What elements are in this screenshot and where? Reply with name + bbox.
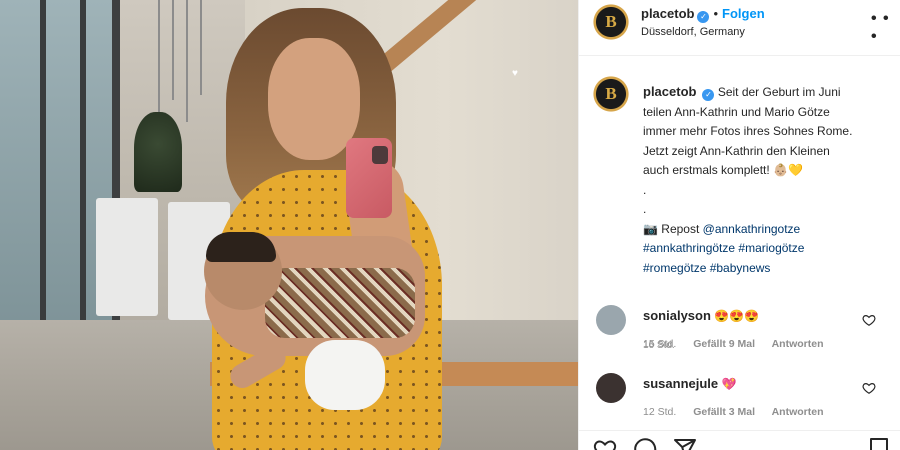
caption-line: teilen Ann-Kathrin und Mario Götze bbox=[643, 104, 830, 119]
comment-body: 💖 bbox=[721, 377, 737, 391]
caption-line: . bbox=[643, 182, 647, 197]
caption-line: auch erstmals komplett! 👶🏼💛 bbox=[643, 163, 803, 177]
commenter-username[interactable]: susannejule bbox=[643, 376, 718, 391]
baby-shirt bbox=[265, 268, 415, 338]
baby-hair bbox=[206, 232, 276, 262]
comment-likes[interactable]: Gefällt 9 Mal bbox=[693, 338, 755, 350]
commenter-avatar[interactable] bbox=[596, 305, 626, 335]
like-icon[interactable] bbox=[593, 437, 617, 450]
window-frame bbox=[80, 0, 86, 340]
comment-timestamp: 15 Std. bbox=[643, 338, 677, 350]
more-options-icon[interactable]: • • • bbox=[871, 10, 900, 46]
comment-meta: 12 Std. Gefällt 3 Mal Antworten bbox=[643, 406, 838, 418]
repost-line: 📷 Repost @annkathringotze bbox=[643, 220, 893, 240]
reply-button[interactable]: Antworten bbox=[772, 406, 824, 418]
caption-line: immer mehr Fotos ihres Sohnes Rome. bbox=[643, 124, 853, 138]
sparkle-icon: ♥ bbox=[512, 68, 518, 79]
post-header: B placetob ✓ • Folgen Düsseldorf, Germany •… bbox=[579, 0, 900, 56]
comment-text-line: susannejule 💖 bbox=[643, 376, 736, 391]
comment-item: susannejule 💖 12 Std. Gefällt 3 Mal Antw… bbox=[579, 368, 900, 438]
comment-likes[interactable]: Gefällt 3 Mal bbox=[693, 406, 755, 418]
post-caption: placetob ✓ Seit der Geburt im Juni teilen… bbox=[643, 82, 893, 278]
action-bar bbox=[579, 430, 900, 450]
follow-button[interactable]: Folgen bbox=[722, 6, 765, 21]
baby-diaper bbox=[305, 340, 385, 410]
caption-line: Seit der Geburt im Juni bbox=[717, 85, 841, 99]
pendant-lamp bbox=[200, 0, 202, 95]
hashtags-line[interactable]: #annkathringötze #mariogötze bbox=[643, 239, 893, 259]
post-image[interactable]: ♥ bbox=[0, 0, 578, 450]
repost-prefix: 📷 Repost bbox=[643, 221, 700, 236]
avatar-letter: B bbox=[605, 12, 617, 31]
verified-badge-icon: ✓ bbox=[697, 11, 710, 23]
commenter-avatar[interactable] bbox=[596, 373, 626, 403]
window-frame bbox=[40, 0, 46, 340]
verified-badge-icon: ✓ bbox=[702, 89, 715, 101]
avatar-letter: B bbox=[605, 84, 617, 103]
comment-timestamp: 12 Std. bbox=[643, 406, 677, 418]
caption-username[interactable]: placetob bbox=[643, 84, 696, 99]
heart-outline-icon[interactable] bbox=[862, 381, 876, 395]
caption-avatar[interactable]: B bbox=[593, 76, 629, 112]
plant bbox=[134, 112, 182, 192]
caption-line: . bbox=[643, 202, 647, 216]
separator-dot: • bbox=[713, 6, 719, 21]
post-sidebar: B placetob ✓ • Folgen Düsseldorf, Germany •… bbox=[578, 0, 900, 450]
caption-line: Jetzt zeigt Ann-Kathrin den Kleinen bbox=[643, 143, 830, 158]
phone-camera bbox=[372, 146, 388, 164]
post-location[interactable]: Düsseldorf, Germany bbox=[641, 26, 745, 38]
comment-meta: 15 Std. Gefällt 9 Mal Antworten bbox=[643, 338, 838, 350]
comment-body: 😍😍😍 bbox=[714, 309, 760, 323]
repost-handle-link[interactable]: @annkathringotze bbox=[703, 222, 801, 236]
comment-item: sonialyson 😍😍😍 15 Std. Gefällt 9 Mal Ant… bbox=[579, 300, 900, 370]
commenter-username[interactable]: sonialyson bbox=[643, 308, 711, 323]
comment-icon[interactable] bbox=[633, 437, 657, 450]
pendant-lamp bbox=[158, 0, 160, 112]
bookmark-icon[interactable] bbox=[867, 437, 891, 450]
dining-chair bbox=[96, 198, 158, 316]
comment-text-line: sonialyson 😍😍😍 bbox=[643, 308, 759, 323]
share-icon[interactable] bbox=[673, 437, 697, 450]
hashtags-line[interactable]: #romegötze #babynews bbox=[643, 259, 893, 279]
reply-button[interactable]: Antworten bbox=[772, 338, 824, 350]
pendant-lamp bbox=[172, 0, 174, 100]
account-avatar[interactable]: B bbox=[593, 4, 629, 40]
account-username[interactable]: placetob bbox=[641, 6, 694, 21]
heart-outline-icon[interactable] bbox=[862, 313, 876, 327]
header-user-line: placetob ✓ • Folgen bbox=[641, 6, 765, 23]
pendant-lamp bbox=[186, 0, 188, 122]
